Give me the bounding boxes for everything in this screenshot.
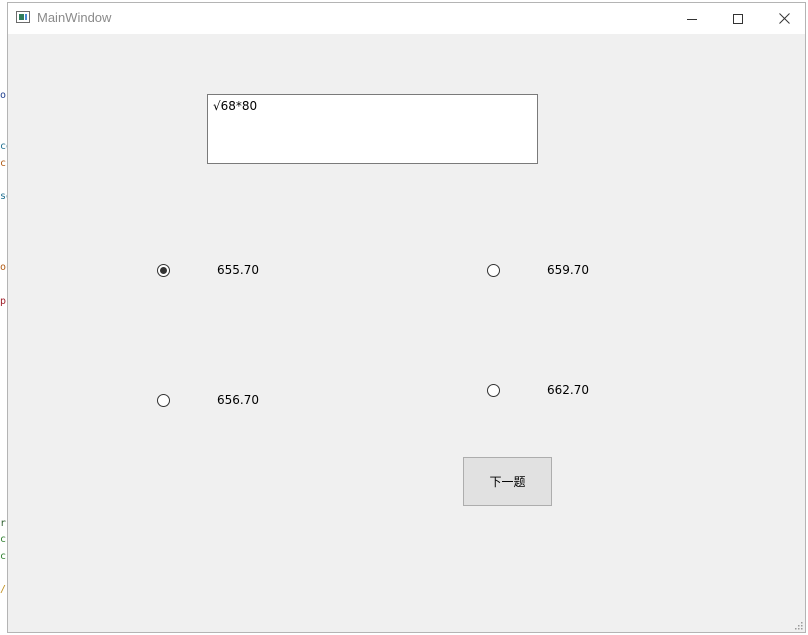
background-code-fragment: or (0, 91, 7, 101)
main-window: MainWindow √68*80 655.70 659.70 656.70 6… (7, 2, 806, 633)
background-code-fragment: ce (0, 142, 7, 152)
size-grip-icon[interactable] (793, 620, 803, 630)
option-c-label[interactable]: 656.70 (217, 393, 259, 407)
background-code-fragment: c (0, 159, 7, 169)
background-code-fragment: p (0, 297, 7, 307)
background-code-fragment: r (0, 519, 7, 529)
option-a-label[interactable]: 655.70 (217, 263, 259, 277)
background-code-fragment: c (0, 552, 7, 562)
window-title: MainWindow (37, 10, 112, 25)
minimize-button[interactable] (669, 3, 715, 34)
option-d-radio[interactable] (487, 384, 500, 397)
close-icon (778, 13, 790, 24)
option-a-radio[interactable] (157, 264, 170, 277)
question-text-box[interactable]: √68*80 (207, 94, 538, 164)
question-text: √68*80 (213, 99, 258, 113)
background-code-fragment: c (0, 535, 7, 545)
option-b-label[interactable]: 659.70 (547, 263, 589, 277)
maximize-button[interactable] (715, 3, 761, 34)
option-d-label[interactable]: 662.70 (547, 383, 589, 397)
background-code-fragment: / (0, 585, 7, 595)
close-button[interactable] (761, 3, 807, 34)
next-question-label: 下一题 (489, 475, 526, 489)
background-editor-strip: or ce c se ou p r c c / (0, 0, 7, 635)
title-bar[interactable]: MainWindow (8, 3, 805, 34)
background-code-fragment: se (0, 192, 7, 202)
maximize-icon (733, 13, 743, 24)
minimize-icon (687, 18, 697, 20)
option-c-radio[interactable] (157, 394, 170, 407)
background-code-fragment: ou (0, 263, 7, 273)
qt-app-icon (16, 11, 30, 23)
option-b-radio[interactable] (487, 264, 500, 277)
next-question-button[interactable]: 下一题 (463, 457, 552, 506)
